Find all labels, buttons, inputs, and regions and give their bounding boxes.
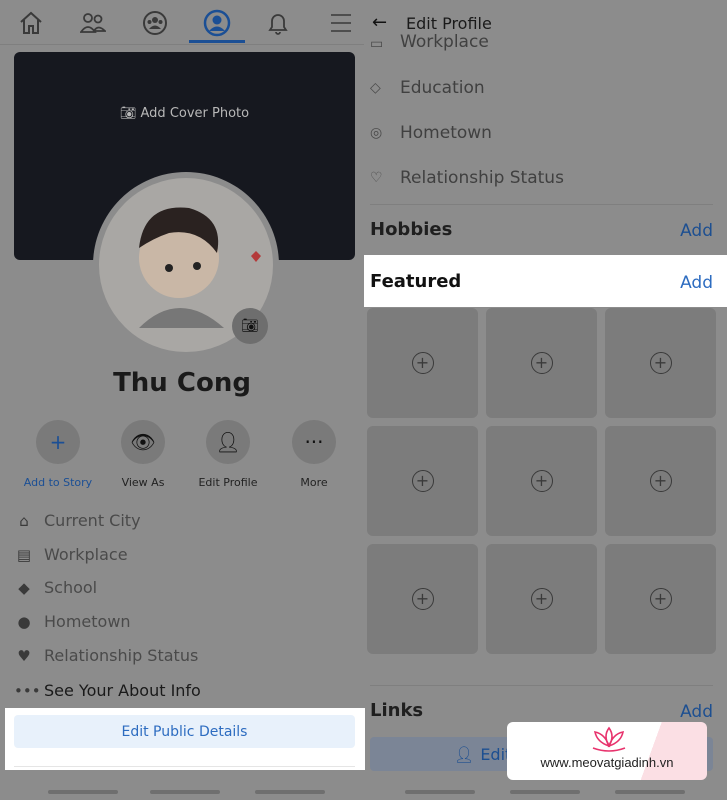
active-tab-indicator	[189, 40, 245, 43]
featured-slot[interactable]: +	[367, 308, 478, 418]
featured-slot[interactable]: +	[486, 544, 597, 654]
featured-slot[interactable]: +	[605, 308, 716, 418]
info-workplace[interactable]: ▤ Workplace	[14, 545, 128, 564]
info-relationship-status[interactable]: ♥ Relationship Status	[14, 646, 198, 665]
bell-icon[interactable]	[263, 8, 293, 38]
person-edit-icon: 👤︎	[206, 420, 250, 464]
eye-icon: 👁︎	[121, 420, 165, 464]
briefcase-icon: ▤	[16, 545, 32, 564]
nav-bar	[150, 790, 220, 794]
see-about-info-link[interactable]: ••• See Your About Info	[14, 681, 201, 700]
divider	[370, 685, 713, 686]
heart-icon: ♥	[17, 646, 31, 665]
info-current-city[interactable]: ⌂ Current City	[14, 511, 140, 530]
featured-slot[interactable]: +	[605, 426, 716, 536]
featured-slot[interactable]: +	[367, 426, 478, 536]
edit-profile-button[interactable]: 👤︎ Edit Profile	[183, 420, 273, 489]
back-button[interactable]: ←	[372, 12, 387, 33]
add-hobbies-button[interactable]: Add	[680, 221, 713, 241]
graduation-cap-icon: ◇	[370, 80, 381, 96]
add-circle-icon: +	[411, 352, 434, 374]
more-icon: ···	[292, 420, 336, 464]
add-circle-icon: +	[649, 470, 672, 492]
featured-slot[interactable]: +	[486, 426, 597, 536]
divider	[14, 766, 355, 767]
add-featured-button[interactable]: Add	[680, 273, 713, 293]
add-circle-icon: +	[530, 352, 553, 374]
change-profile-photo-button[interactable]: 📷︎	[232, 308, 268, 344]
add-circle-icon: +	[530, 470, 553, 492]
home-icon: ⌂	[19, 511, 29, 530]
camera-icon: 📷︎	[241, 318, 259, 334]
links-heading: Links	[370, 700, 424, 721]
profile-icon[interactable]	[202, 8, 232, 38]
featured-slot[interactable]: +	[486, 308, 597, 418]
heart-icon: ♡	[370, 170, 383, 186]
divider	[0, 44, 364, 45]
featured-heading: Featured	[370, 271, 462, 292]
edit-public-details-button[interactable]: Edit Public Details	[14, 715, 355, 748]
add-circle-icon: +	[530, 588, 553, 610]
nav-bar	[255, 790, 325, 794]
location-pin-icon: ◎	[370, 125, 383, 141]
graduation-cap-icon: ◆	[18, 578, 30, 597]
row-education[interactable]: ◇ Education	[370, 78, 485, 98]
hobbies-heading: Hobbies	[370, 219, 453, 240]
featured-slot[interactable]: +	[605, 544, 716, 654]
add-circle-icon: +	[411, 588, 434, 610]
add-cover-photo-button[interactable]: 📷︎ Add Cover Photo	[14, 106, 355, 121]
row-workplace[interactable]: ▭ Workplace	[370, 34, 489, 52]
view-as-button[interactable]: 👁︎ View As	[98, 420, 188, 489]
profile-name: Thu Cong	[113, 368, 251, 398]
info-hometown[interactable]: ● Hometown	[14, 612, 130, 631]
person-icon: 👤︎	[454, 744, 475, 764]
more-button[interactable]: ··· More	[269, 420, 359, 489]
info-school[interactable]: ◆ School	[14, 578, 97, 597]
groups-icon[interactable]	[140, 8, 170, 38]
add-circle-icon: +	[649, 352, 672, 374]
row-relationship-status[interactable]: ♡ Relationship Status	[370, 168, 564, 188]
featured-slot[interactable]: +	[367, 544, 478, 654]
watermark-text: www.meovatgiadinh.vn	[540, 755, 674, 770]
camera-icon: 📷︎	[119, 106, 141, 121]
divider	[370, 204, 713, 205]
watermark-logo: www.meovatgiadinh.vn	[507, 722, 707, 780]
nav-bar	[510, 790, 580, 794]
plus-icon: +	[36, 420, 80, 464]
more-icon: •••	[14, 681, 41, 700]
add-circle-icon: +	[649, 588, 672, 610]
nav-bar	[615, 790, 685, 794]
add-to-story-button[interactable]: + Add to Story	[13, 420, 103, 489]
nav-bar	[405, 790, 475, 794]
nav-bar	[48, 790, 118, 794]
add-links-button[interactable]: Add	[680, 702, 713, 722]
location-pin-icon: ●	[17, 612, 31, 631]
page-title: Edit Profile	[406, 14, 492, 33]
friends-icon[interactable]	[78, 8, 108, 38]
row-hometown[interactable]: ◎ Hometown	[370, 123, 492, 143]
menu-icon[interactable]	[326, 8, 356, 38]
add-circle-icon: +	[411, 470, 434, 492]
briefcase-icon: ▭	[370, 36, 384, 52]
home-icon[interactable]	[16, 8, 46, 38]
